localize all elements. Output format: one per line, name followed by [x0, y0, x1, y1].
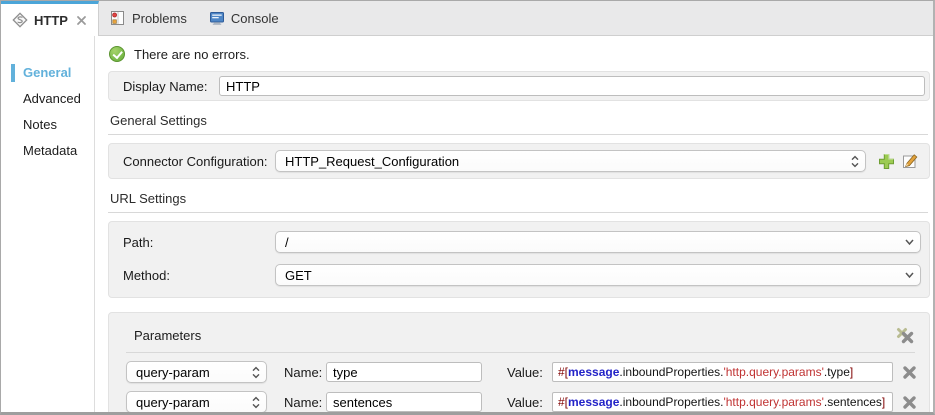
validation-status: There are no errors.: [109, 46, 930, 62]
method-value: GET: [285, 267, 312, 283]
close-icon[interactable]: [76, 15, 87, 26]
sidebar-item-label: Metadata: [23, 143, 78, 158]
parameters-group: Parameters query-param Name: type Value:…: [108, 312, 930, 412]
display-name-label: Display Name:: [123, 78, 208, 94]
delete-parameter-icon[interactable]: [902, 395, 917, 410]
updown-chevron-icon: [850, 155, 860, 168]
expr-string: 'http.query.params': [723, 365, 824, 379]
sidebar-item-label: Advanced: [23, 91, 81, 106]
param-type-select[interactable]: query-param: [126, 391, 267, 412]
delete-parameter-icon[interactable]: [902, 365, 917, 380]
expr-tail: .sentences: [823, 395, 882, 409]
parameters-header: Parameters: [126, 325, 917, 344]
tab-http[interactable]: HTTP: [1, 1, 99, 36]
section-divider: [126, 352, 915, 353]
tab-problems[interactable]: Problems: [99, 1, 198, 35]
display-name-group: Display Name:: [108, 71, 930, 101]
url-settings-group: Path: / Method: GET: [108, 221, 930, 298]
expr-open: #[: [558, 395, 569, 409]
parameters-title: Parameters: [134, 328, 202, 343]
param-value-input[interactable]: #[message .inboundProperties.'http.query.…: [552, 362, 893, 382]
expr-tail: .type: [823, 365, 850, 379]
success-check-icon: [109, 46, 125, 62]
param-type-value: query-param: [136, 364, 210, 380]
method-row: Method: GET: [123, 264, 921, 286]
sidebar-item-metadata[interactable]: Metadata: [1, 138, 94, 164]
expr-string: 'http.query.params': [723, 395, 824, 409]
properties-editor-window: HTTP Problems Console General Advanced N…: [0, 0, 935, 415]
expr-open: #[: [558, 365, 569, 379]
sidebar-item-advanced[interactable]: Advanced: [1, 86, 94, 112]
param-name-label: Name:: [284, 364, 323, 380]
connector-configuration-select[interactable]: HTTP_Request_Configuration: [275, 150, 866, 172]
connector-configuration-group: Connector Configuration: HTTP_Request_Co…: [108, 143, 930, 179]
tab-label: Problems: [131, 10, 187, 26]
editor-body: General Advanced Notes Metadata There ar…: [1, 36, 933, 412]
section-divider: [108, 212, 928, 213]
sidebar-item-label: General: [23, 65, 72, 80]
chevron-down-icon: [904, 271, 915, 279]
edit-configuration-icon[interactable]: [902, 153, 919, 170]
tab-console[interactable]: Console: [198, 1, 290, 35]
connector-configuration-value: HTTP_Request_Configuration: [285, 153, 460, 169]
section-divider: [108, 134, 928, 135]
connector-configuration-label: Connector Configuration:: [123, 153, 268, 169]
path-row: Path: /: [123, 231, 921, 253]
expr-keyword: message: [568, 395, 620, 409]
expr-keyword: message: [568, 365, 620, 379]
updown-chevron-icon: [251, 366, 261, 379]
method-label: Method:: [123, 267, 170, 283]
expr-path: .inboundProperties.: [619, 365, 724, 379]
param-type-value: query-param: [136, 394, 210, 410]
sidebar-item-notes[interactable]: Notes: [1, 112, 94, 138]
param-name-label: Name:: [284, 394, 323, 410]
parameter-row: query-param Name: Value: #[message.inbou…: [126, 391, 917, 412]
status-message: There are no errors.: [134, 46, 250, 62]
mule-processor-icon: [12, 12, 28, 28]
editor-tab-bar: HTTP Problems Console: [1, 1, 933, 36]
method-combobox[interactable]: GET: [275, 264, 921, 286]
path-value: /: [285, 234, 289, 250]
updown-chevron-icon: [251, 396, 261, 409]
param-name-input[interactable]: [326, 362, 482, 382]
param-type-select[interactable]: query-param: [126, 361, 267, 383]
chevron-down-icon: [904, 238, 915, 246]
tab-label: Console: [230, 10, 279, 26]
param-value-label: Value:: [507, 364, 543, 380]
sidebar-item-label: Notes: [23, 117, 57, 132]
remove-all-parameters-icon[interactable]: [896, 327, 915, 344]
expr-close: ]: [849, 365, 854, 379]
expr-path: .inboundProperties.: [619, 395, 724, 409]
path-combobox[interactable]: /: [275, 231, 921, 253]
url-settings-title: URL Settings: [110, 191, 187, 206]
param-value-input[interactable]: #[message .inboundProperties.'http.query.…: [552, 392, 893, 412]
path-label: Path:: [123, 234, 154, 250]
display-name-input[interactable]: [219, 76, 925, 96]
add-configuration-icon[interactable]: [878, 153, 895, 170]
param-value-label: Value:: [507, 394, 543, 410]
general-tab-content: There are no errors. Display Name: Gener…: [95, 36, 933, 412]
problems-icon: [110, 10, 126, 26]
parameter-row: query-param Name: Value: #[message.inbou…: [126, 361, 917, 383]
properties-sidebar: General Advanced Notes Metadata: [1, 36, 95, 412]
general-settings-title: General Settings: [110, 113, 207, 128]
tab-label: HTTP: [34, 12, 68, 28]
sidebar-item-general[interactable]: General: [1, 60, 94, 86]
expr-close: ]: [881, 395, 886, 409]
param-name-input[interactable]: [326, 392, 482, 412]
console-icon: [209, 10, 225, 26]
